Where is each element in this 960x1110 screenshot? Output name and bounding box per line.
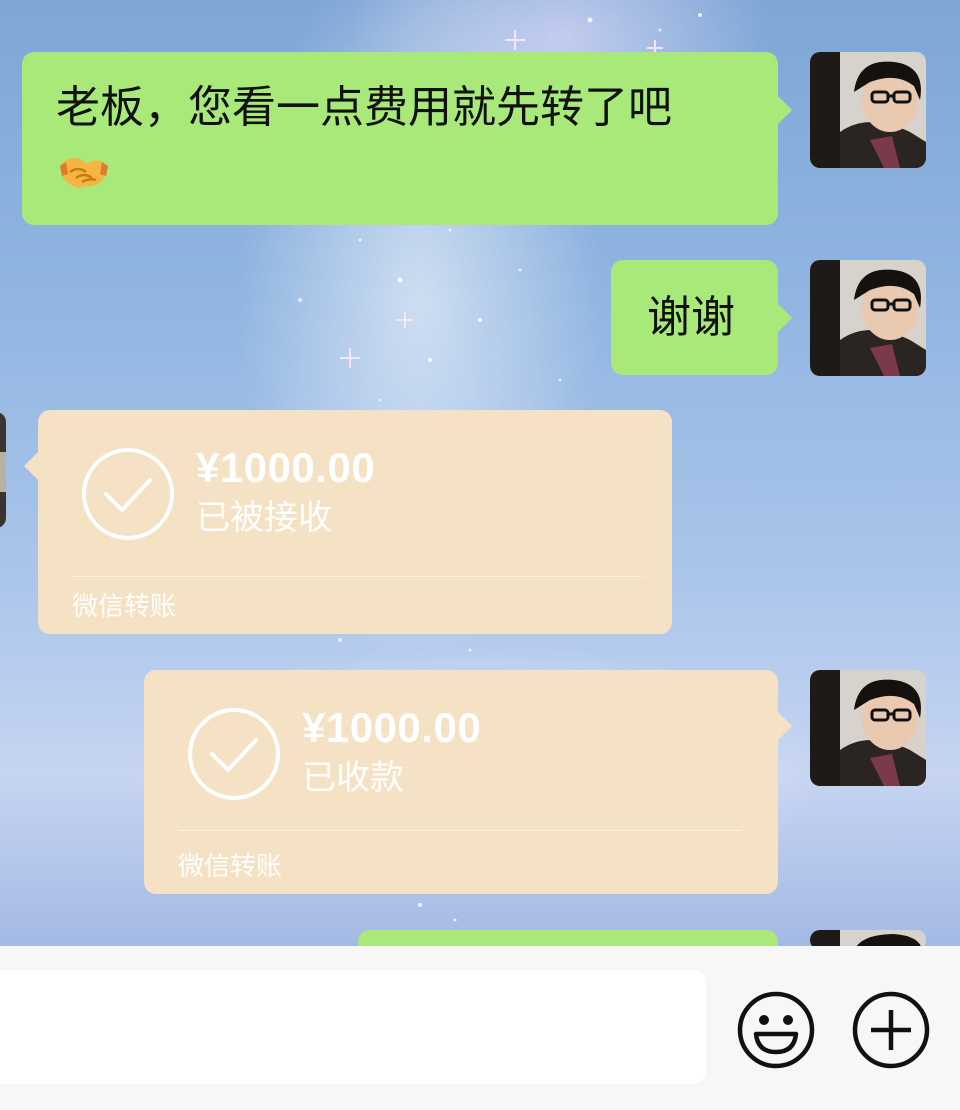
contact-avatar-icon	[0, 412, 6, 528]
transfer-amount: ¥1000.00	[302, 704, 482, 751]
avatar[interactable]	[810, 260, 926, 376]
emoji-button[interactable]	[736, 990, 816, 1070]
card-divider	[178, 830, 742, 831]
chat-screen: ​ 老板，您看一点费用就先转了吧 谢谢	[0, 0, 960, 1110]
transfer-footer-label: 微信转账	[178, 852, 283, 882]
user-avatar-icon	[810, 670, 926, 786]
user-avatar-icon	[810, 52, 926, 168]
avatar[interactable]	[810, 670, 926, 786]
check-circle-icon	[82, 448, 174, 540]
transfer-status: 已被接收	[196, 498, 332, 538]
avatar[interactable]	[810, 52, 926, 168]
transfer-footer-label: 微信转账	[72, 592, 177, 622]
handshake-emoji-icon	[60, 158, 108, 188]
transfer-card-incoming[interactable]: ¥1000.00 已被接收 微信转账	[24, 410, 672, 634]
transfer-amount: ¥1000.00	[196, 444, 376, 491]
message-bubble-outgoing[interactable]: 谢谢	[611, 260, 792, 375]
user-avatar-icon	[810, 260, 926, 376]
message-bubble-outgoing[interactable]: 老板，您看一点费用就先转了吧	[22, 52, 792, 225]
message-input[interactable]	[0, 970, 706, 1084]
card-divider	[72, 576, 642, 577]
contact-avatar[interactable]	[0, 412, 6, 528]
message-text: 谢谢	[647, 292, 735, 343]
check-circle-icon	[188, 708, 280, 800]
plus-circle-icon	[852, 991, 930, 1069]
transfer-card-outgoing[interactable]: ¥1000.00 已收款 微信转账	[144, 670, 792, 894]
transfer-status: 已收款	[302, 758, 404, 798]
chat-input-bar	[0, 946, 960, 1110]
message-text: 老板，您看一点费用就先转了吧	[56, 82, 672, 133]
more-button[interactable]	[851, 990, 931, 1070]
smiley-icon	[737, 991, 815, 1069]
